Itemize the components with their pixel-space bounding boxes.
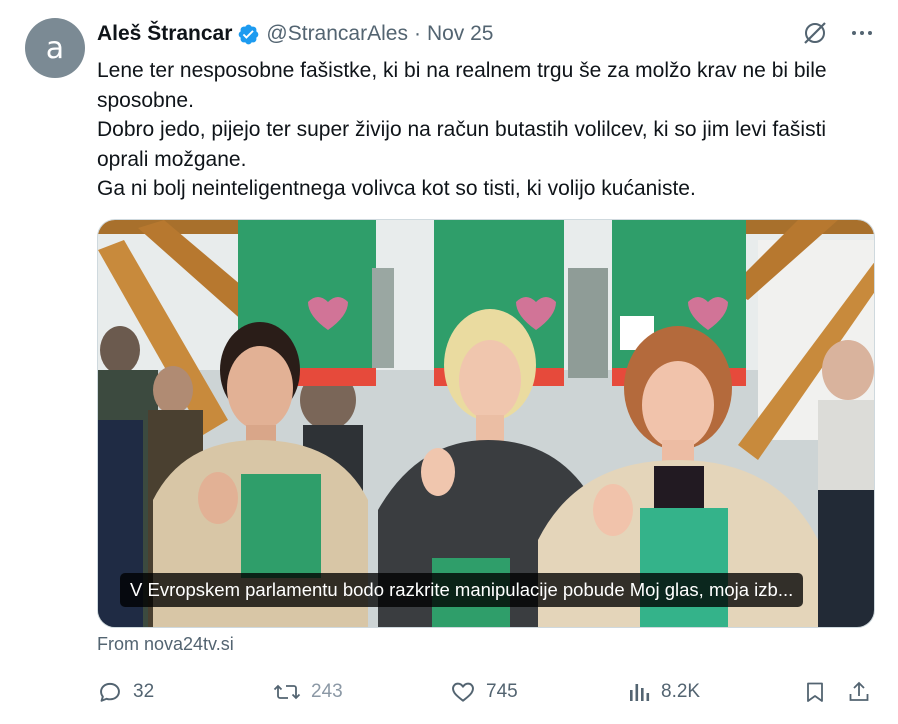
tweet-line-2: Dobro jedo, pijejo ter super živijo na r… xyxy=(97,118,827,171)
share-icon xyxy=(849,681,869,701)
author-handle[interactable]: @StrancarAles xyxy=(266,22,408,46)
reply-count: 32 xyxy=(133,681,155,702)
like-button[interactable]: 745 xyxy=(450,676,518,708)
bookmark-button[interactable] xyxy=(803,676,827,708)
more-options-icon[interactable] xyxy=(850,21,874,45)
separator-dot: · xyxy=(413,22,421,45)
share-button[interactable] xyxy=(847,676,871,708)
repost-button[interactable]: 243 xyxy=(273,676,343,708)
tweet-line-3: Ga ni bolj neinteligentnega volivca kot … xyxy=(97,177,696,200)
top-actions xyxy=(802,20,874,46)
grok-icon[interactable] xyxy=(802,20,828,46)
reply-icon xyxy=(100,682,120,702)
tweet-header: Aleš Štrancar @StrancarAles · Nov 25 xyxy=(97,20,494,48)
link-card-image[interactable]: V Evropskem parlamentu bodo razkrite man… xyxy=(97,219,875,628)
avatar[interactable]: a xyxy=(25,18,85,78)
avatar-letter: a xyxy=(45,30,65,66)
reply-button[interactable]: 32 xyxy=(97,676,154,708)
views-button[interactable]: 8.2K xyxy=(627,676,700,708)
tweet-date[interactable]: Nov 25 xyxy=(427,22,494,46)
photo-scene xyxy=(98,220,874,627)
verified-badge-icon xyxy=(239,24,259,44)
tweet-text: Lene ter nesposobne fašistke, ki bi na r… xyxy=(97,56,877,204)
views-count: 8.2K xyxy=(661,681,701,702)
tweet-actions: 32 243 745 8.2K xyxy=(97,676,877,708)
bookmark-icon xyxy=(807,682,823,702)
repost-count: 243 xyxy=(311,681,343,702)
views-chart-icon xyxy=(630,684,650,701)
tweet-line-1: Lene ter nesposobne fašistke, ki bi na r… xyxy=(97,59,827,112)
repost-icon xyxy=(273,684,301,700)
like-count: 745 xyxy=(486,681,518,702)
author-name[interactable]: Aleš Štrancar xyxy=(97,22,232,46)
link-source[interactable]: From nova24tv.si xyxy=(97,634,234,655)
heart-icon xyxy=(452,682,474,702)
link-card-caption[interactable]: V Evropskem parlamentu bodo razkrite man… xyxy=(120,573,804,607)
